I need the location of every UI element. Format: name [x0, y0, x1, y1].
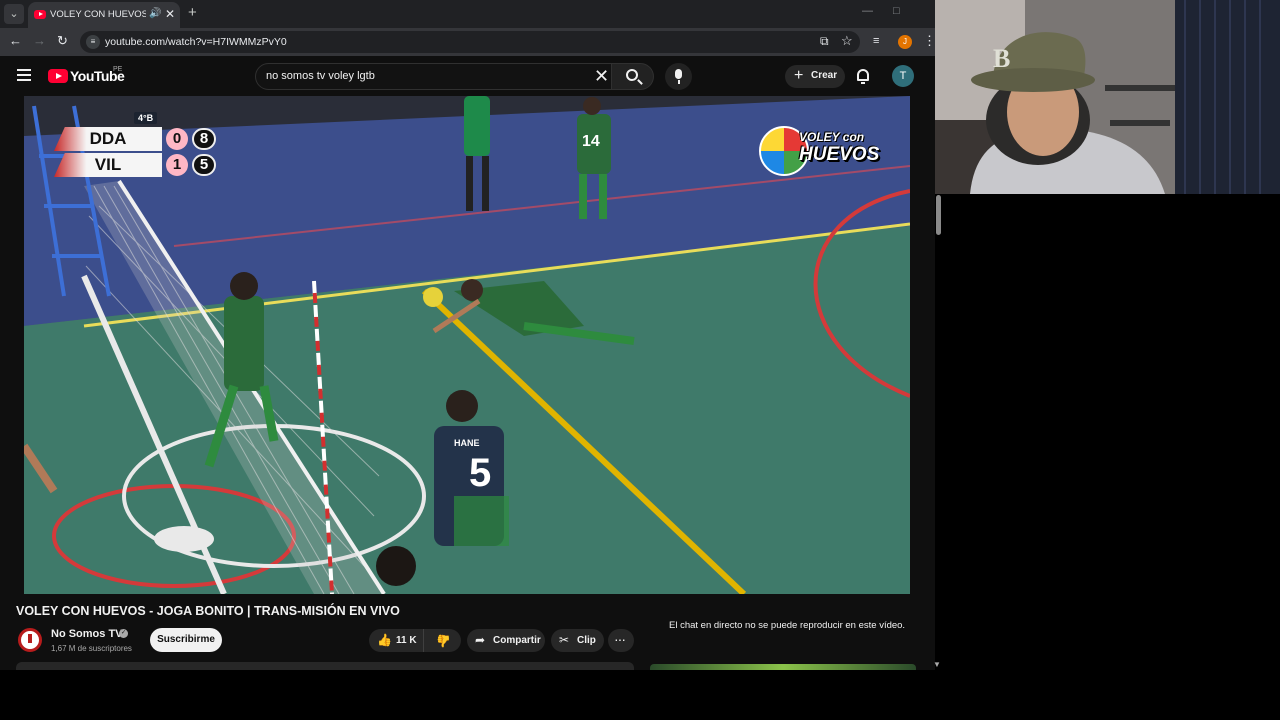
mic-icon — [675, 69, 682, 84]
youtube-logo-icon[interactable] — [48, 69, 68, 83]
address-bar[interactable]: ≡ youtube.com/watch?v=H7IWMMzPvY0 ⧉ ☆ — [80, 31, 860, 53]
chat-unavailable-message: El chat en directo no se puede reproduci… — [669, 620, 906, 631]
account-avatar[interactable]: T — [892, 65, 914, 87]
scroll-down-icon[interactable]: ▼ — [933, 660, 941, 669]
forward-icon[interactable]: → — [33, 33, 46, 48]
search-button[interactable] — [612, 63, 654, 90]
plus-icon: + — [794, 67, 804, 84]
search-icon — [626, 69, 638, 81]
tab-title: VOLEY CON HUEVOS - JOGA BONITO — [50, 9, 146, 20]
minimize-icon[interactable]: — — [862, 5, 873, 17]
svg-text:HANE: HANE — [454, 438, 480, 448]
clip-label: Clip — [577, 635, 596, 646]
channel-name[interactable]: No Somos TV — [51, 628, 123, 640]
country-code: PE — [113, 66, 123, 73]
channel-avatar[interactable] — [18, 628, 42, 652]
like-icon: 👍 — [377, 633, 392, 647]
search-box[interactable]: ✕ — [255, 63, 612, 90]
browser-toolbar: ← → ↻ ≡ youtube.com/watch?v=H7IWMMzPvY0 … — [0, 28, 936, 56]
voice-search-button[interactable] — [665, 63, 692, 90]
browser-tab[interactable]: VOLEY CON HUEVOS - JOGA BONITO 🔊 ✕ — [28, 2, 180, 28]
like-count: 11 K — [396, 635, 417, 646]
like-dislike-group: 👍 11 K 👍 — [369, 629, 461, 652]
clip-button[interactable]: ✂ Clip — [551, 629, 604, 652]
scissors-icon: ✂ — [559, 633, 570, 647]
dislike-button[interactable]: 👍 — [424, 629, 461, 652]
back-icon[interactable]: ← — [9, 33, 22, 48]
score-row-home: DDA 0 8 — [54, 127, 234, 151]
watermark-line1: VOLEY con — [799, 130, 865, 144]
team-points: 5 — [192, 154, 216, 176]
new-tab-icon[interactable]: + — [188, 4, 197, 21]
browser-tab-bar: ⌄ VOLEY CON HUEVOS - JOGA BONITO 🔊 ✕ + —… — [0, 0, 935, 28]
more-actions-button[interactable]: ··· — [608, 629, 634, 652]
like-button[interactable]: 👍 11 K — [369, 629, 424, 652]
bell-icon[interactable] — [857, 69, 869, 84]
share-button[interactable]: ➦ Compartir — [467, 629, 545, 652]
webcam-feed: B — [935, 0, 1280, 194]
install-icon[interactable]: ⧉ — [820, 34, 829, 49]
score-row-away: VIL 1 5 — [54, 153, 234, 177]
search-clear-icon[interactable]: ✕ — [594, 66, 609, 87]
url-text[interactable]: youtube.com/watch?v=H7IWMMzPvY0 — [105, 36, 287, 48]
team-points: 8 — [192, 128, 216, 150]
chat-panel-edge — [650, 664, 916, 670]
team-name: VIL — [54, 153, 162, 177]
subscriber-count: 1,67 M de suscriptores — [51, 644, 132, 653]
search-input[interactable] — [266, 70, 566, 82]
scrollbar-thumb[interactable] — [936, 195, 941, 235]
youtube-header: YouTube PE ✕ + Crear T — [0, 56, 935, 96]
audio-icon[interactable]: 🔊 — [149, 8, 161, 19]
create-label: Crear — [811, 70, 838, 81]
share-icon: ➦ — [475, 633, 486, 647]
youtube-favicon — [34, 10, 46, 19]
site-info-icon[interactable]: ≡ — [86, 35, 100, 49]
share-label: Compartir — [493, 635, 541, 646]
video-title: VOLEY CON HUEVOS - JOGA BONITO | TRANS-M… — [16, 604, 400, 618]
more-icon: ··· — [614, 631, 626, 647]
webcam-frame: B — [935, 0, 1280, 194]
channel-watermark: VOLEY con HUEVOS — [759, 124, 889, 180]
set-indicator: 4°B — [134, 112, 158, 124]
team-sets: 1 — [166, 154, 188, 176]
team-name: DDA — [54, 127, 162, 151]
verified-icon: ✓ — [119, 629, 128, 638]
maximize-icon[interactable]: □ — [893, 5, 900, 17]
description-box[interactable] — [16, 662, 634, 670]
team-sets: 0 — [166, 128, 188, 150]
create-button[interactable]: + Crear — [785, 65, 845, 88]
hamburger-icon[interactable] — [17, 69, 31, 81]
svg-text:14: 14 — [582, 133, 600, 150]
subscribe-button[interactable]: Suscribirme — [150, 628, 222, 652]
bookmark-icon[interactable]: ☆ — [841, 33, 853, 49]
watermark-line2: HUEVOS — [799, 144, 880, 165]
video-player[interactable]: 14 5 HANE 4°B DDA 0 8 VIL 1 5 VOLEY con … — [24, 96, 910, 594]
tab-close-icon[interactable]: ✕ — [165, 7, 175, 21]
reload-icon[interactable]: ↻ — [57, 33, 68, 49]
scoreboard: 4°B DDA 0 8 VIL 1 5 — [44, 110, 254, 190]
dislike-icon: 👍 — [436, 634, 451, 648]
svg-text:B: B — [993, 44, 1010, 73]
svg-text:5: 5 — [469, 451, 491, 495]
tab-list-icon[interactable]: ⌄ — [4, 4, 24, 24]
profile-avatar[interactable]: J — [898, 35, 912, 49]
queue-icon[interactable]: ≡ — [873, 35, 879, 47]
